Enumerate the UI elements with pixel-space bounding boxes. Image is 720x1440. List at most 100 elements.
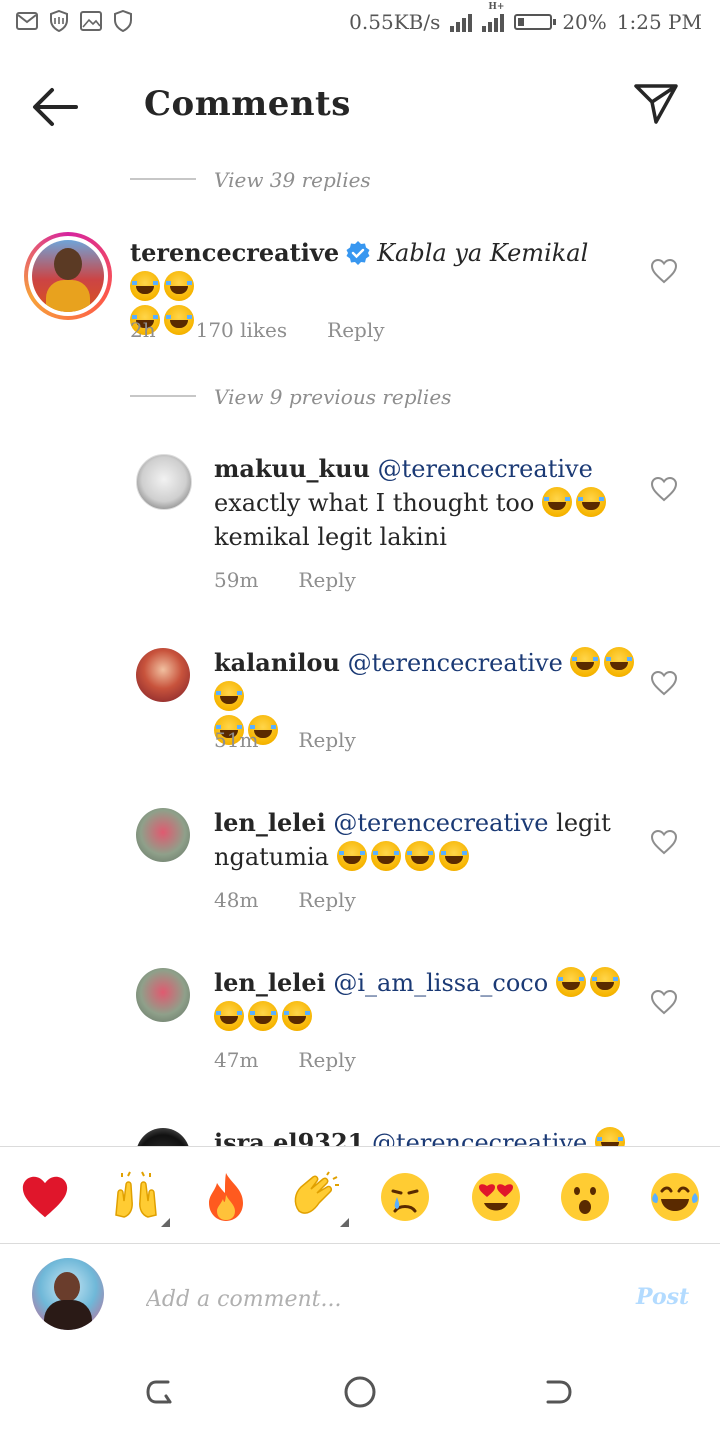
- laughing-tears-icon: [594, 1127, 625, 1146]
- reply-button[interactable]: Reply: [298, 728, 355, 752]
- divider: [130, 395, 196, 397]
- reply-text: exactly what I thought too: [214, 489, 535, 517]
- reply-text-line2: ngatumia: [214, 843, 329, 871]
- reply-text: legit: [556, 809, 611, 837]
- comment-time: 2h: [130, 318, 156, 342]
- avatar: [32, 240, 104, 312]
- mention-link[interactable]: @terencecreative: [372, 1129, 587, 1146]
- mention-link[interactable]: @terencecreative: [348, 649, 563, 677]
- comment-likes[interactable]: 170 likes: [196, 318, 288, 342]
- my-avatar: [32, 1258, 104, 1330]
- reply-time: 51m: [214, 728, 259, 752]
- arrow-left-icon: [33, 88, 78, 126]
- back-button[interactable]: [28, 82, 84, 132]
- like-button[interactable]: [650, 476, 678, 502]
- mention-link[interactable]: @i_am_lissa_coco: [333, 969, 548, 997]
- reply-body: len_lelei @terencecreative legit ngatumi…: [214, 806, 654, 874]
- heart-outline-icon: [650, 670, 678, 696]
- view-previous-replies-link[interactable]: View 9 previous replies: [214, 385, 451, 409]
- view-replies-link[interactable]: View 39 replies: [214, 168, 371, 192]
- post-button[interactable]: Post: [636, 1284, 689, 1310]
- reply-meta: 59m Reply: [214, 568, 356, 592]
- reply-time: 48m: [214, 888, 259, 912]
- like-button[interactable]: [650, 670, 678, 696]
- fire-icon[interactable]: [198, 1169, 254, 1225]
- reply-body: len_lelei @i_am_lissa_coco: [214, 966, 634, 1034]
- laughing-tears-icon: [370, 841, 401, 871]
- avatar[interactable]: [136, 968, 190, 1022]
- story-ring[interactable]: [24, 232, 112, 320]
- paper-plane-icon: [634, 84, 678, 124]
- heart-outline-icon: [650, 258, 678, 284]
- main-comment-meta: 2h 170 likes Reply: [130, 318, 385, 342]
- signal-icon: [450, 12, 473, 32]
- clipped-reply: isra.el9321 @terencecreative: [0, 1120, 720, 1146]
- laughing-tears-icon: [248, 1001, 278, 1031]
- recents-nav-icon[interactable]: [540, 1372, 580, 1412]
- surprised-face-icon[interactable]: [557, 1169, 613, 1225]
- reply-body: makuu_kuu @terencecreative exactly what …: [214, 452, 654, 554]
- comment-input[interactable]: [144, 1280, 608, 1318]
- clapping-hands-icon[interactable]: [287, 1169, 349, 1227]
- home-nav-icon[interactable]: [340, 1372, 380, 1412]
- share-button[interactable]: [630, 78, 682, 130]
- reply-username[interactable]: len_lelei: [214, 808, 326, 837]
- shield-outline-icon: [112, 10, 134, 32]
- image-icon: [80, 10, 102, 32]
- crying-face-icon[interactable]: [377, 1169, 433, 1225]
- status-notification-icons: [16, 10, 134, 32]
- reply-text-line2: kemikal legit lakini: [214, 523, 447, 551]
- laughing-tears-icon[interactable]: [647, 1169, 703, 1225]
- shield-icon: [48, 10, 70, 32]
- clock: 1:25 PM: [616, 10, 702, 34]
- laughing-tears-icon: [604, 647, 635, 677]
- laughing-tears-icon: [336, 841, 367, 871]
- mention-link[interactable]: @terencecreative: [333, 809, 548, 837]
- network-speed: 0.55KB/s: [349, 10, 441, 34]
- avatar[interactable]: [136, 808, 190, 862]
- avatar[interactable]: [136, 454, 192, 510]
- status-bar: 0.55KB/s H+ 20% 1:25 PM: [0, 0, 720, 50]
- battery-icon: [514, 14, 557, 30]
- reply-button[interactable]: Reply: [327, 318, 384, 342]
- laughing-tears-icon: [555, 967, 586, 997]
- like-button[interactable]: [650, 989, 678, 1015]
- reply-button[interactable]: Reply: [298, 1048, 355, 1072]
- laughing-tears-icon: [282, 1001, 312, 1031]
- reply-meta: 48m Reply: [214, 888, 356, 912]
- avatar[interactable]: [136, 648, 190, 702]
- reply-body: isra.el9321 @terencecreative: [214, 1126, 654, 1146]
- reply-username[interactable]: makuu_kuu: [214, 454, 370, 483]
- avatar[interactable]: [136, 1128, 190, 1146]
- heart-outline-icon: [650, 989, 678, 1015]
- laughing-tears-icon: [214, 1001, 244, 1031]
- reply-button[interactable]: Reply: [298, 568, 355, 592]
- reply-username[interactable]: len_lelei: [214, 968, 326, 997]
- heart-outline-icon: [650, 829, 678, 855]
- status-right: 0.55KB/s H+ 20% 1:25 PM: [349, 2, 702, 34]
- network-type: H+: [488, 2, 505, 12]
- reply-time: 47m: [214, 1048, 259, 1072]
- reply-username[interactable]: isra.el9321: [214, 1128, 364, 1146]
- red-heart-icon[interactable]: [17, 1169, 73, 1225]
- like-button[interactable]: [650, 829, 678, 855]
- laughing-tears-icon: [214, 681, 244, 711]
- laughing-tears-icon: [570, 647, 601, 677]
- battery-percent: 20%: [562, 10, 607, 34]
- reply-username[interactable]: kalanilou: [214, 648, 340, 677]
- mention-link[interactable]: @terencecreative: [378, 455, 593, 483]
- reply-button[interactable]: Reply: [298, 888, 355, 912]
- back-nav-icon[interactable]: [142, 1372, 182, 1412]
- comment-text: Kabla ya Kemikal: [377, 239, 589, 267]
- comment-username[interactable]: terencecreative: [130, 238, 339, 267]
- divider: [130, 178, 196, 180]
- reply-meta: 47m Reply: [214, 1048, 356, 1072]
- like-button[interactable]: [650, 258, 678, 284]
- laughing-tears-icon: [589, 967, 620, 997]
- laughing-tears-icon: [130, 271, 160, 301]
- signal-hplus-icon: H+: [482, 2, 504, 32]
- page-title: Comments: [144, 84, 351, 124]
- heart-eyes-icon[interactable]: [468, 1169, 524, 1225]
- reply-time: 59m: [214, 568, 259, 592]
- raising-hands-icon[interactable]: [108, 1169, 170, 1227]
